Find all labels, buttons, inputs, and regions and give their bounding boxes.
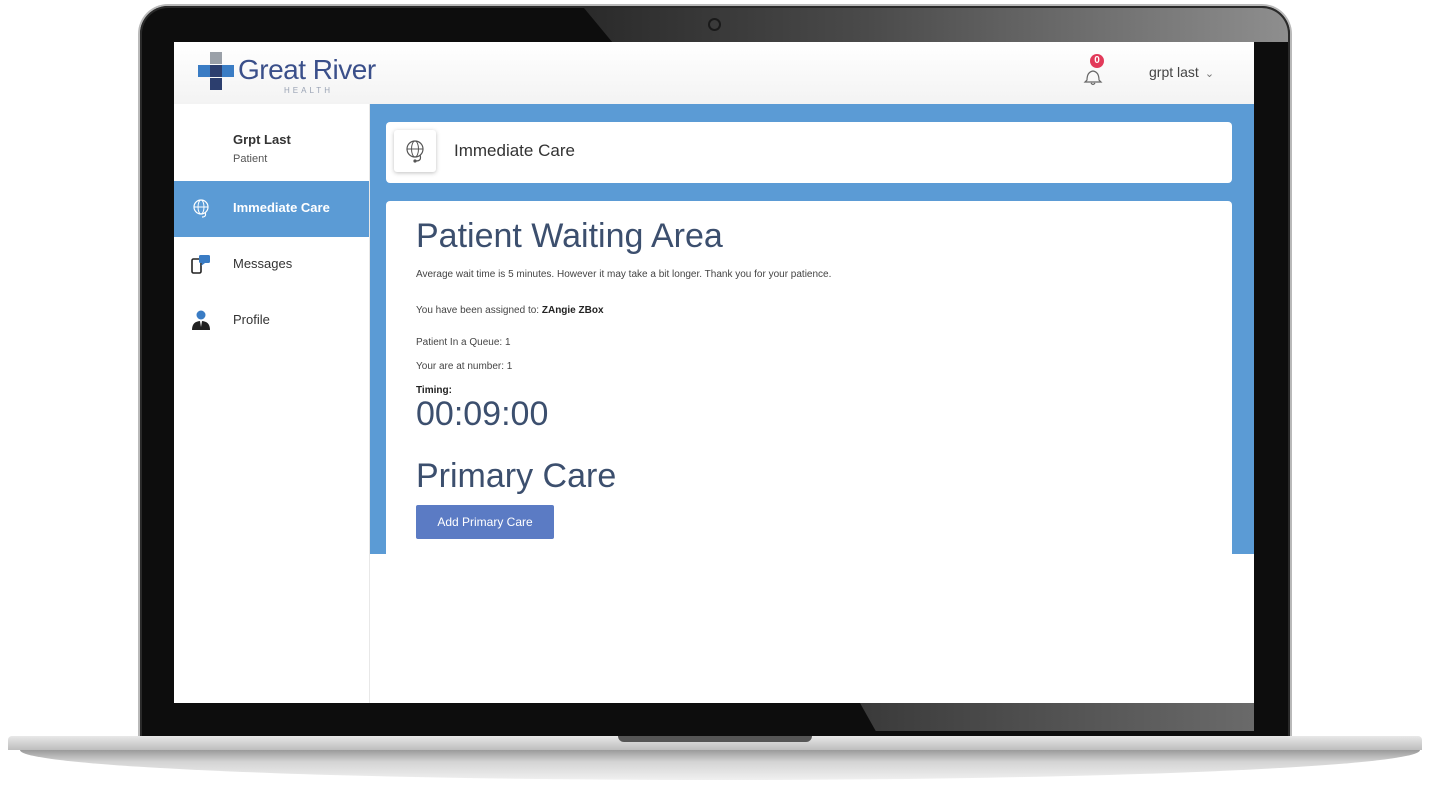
camera-dot	[710, 20, 719, 29]
notification-badge: 0	[1090, 54, 1104, 68]
logo-subtitle: HEALTH	[284, 86, 333, 95]
add-primary-care-button[interactable]: Add Primary Care	[416, 505, 554, 539]
section-icon-box	[394, 130, 436, 172]
user-menu-label: grpt last	[1149, 64, 1199, 80]
queue-count-text: Patient In a Queue: 1	[416, 337, 511, 348]
main-content: Immediate Care Patient Waiting Area Aver…	[370, 104, 1254, 571]
brand-logo[interactable]: Great River HEALTH	[198, 50, 388, 95]
waiting-area-card: Patient Waiting Area Average wait time i…	[386, 201, 1232, 571]
sidebar-user-name: Grpt Last	[233, 132, 291, 147]
person-icon	[192, 310, 210, 330]
primary-care-title: Primary Care	[416, 457, 617, 495]
assigned-prefix: You have been assigned to:	[416, 305, 542, 316]
sidebar-item-messages[interactable]: Messages	[174, 237, 369, 293]
assigned-doctor-text: You have been assigned to: ZAngie ZBox	[416, 305, 604, 316]
sidebar-item-profile[interactable]: Profile	[174, 293, 369, 349]
section-header-card: Immediate Care	[386, 122, 1232, 183]
wait-timer: 00:09:00	[416, 395, 549, 433]
wait-time-message: Average wait time is 5 minutes. However …	[416, 269, 832, 280]
laptop-base-bottom	[20, 750, 1420, 780]
screen-glare-bottom	[860, 703, 1254, 731]
sidebar-item-label: Profile	[233, 312, 270, 327]
sidebar-item-label: Immediate Care	[233, 200, 330, 215]
logo-text: Great River	[238, 54, 376, 85]
bell-icon	[1083, 70, 1103, 86]
stethoscope-globe-icon	[193, 199, 209, 218]
assigned-doctor-name: ZAngie ZBox	[541, 305, 604, 316]
sidebar-user-role: Patient	[233, 153, 268, 165]
sidebar: Grpt Last Patient Immediate Care Message…	[174, 104, 370, 703]
stethoscope-globe-icon	[406, 140, 424, 163]
screen-glare	[584, 8, 1288, 42]
section-title: Immediate Care	[454, 141, 575, 160]
user-menu[interactable]: grpt last ⌄	[1149, 64, 1214, 80]
app-screen: Great River HEALTH 0 grpt last ⌄ Grpt Las…	[174, 42, 1254, 703]
laptop-notch	[618, 736, 812, 742]
top-bar: Great River HEALTH 0 grpt last ⌄	[174, 42, 1254, 105]
notifications-button[interactable]: 0	[1082, 54, 1104, 86]
chevron-down-icon: ⌄	[1204, 68, 1215, 80]
sidebar-item-immediate-care[interactable]: Immediate Care	[174, 181, 369, 237]
queue-position-text: Your are at number: 1	[416, 361, 513, 372]
waiting-area-title: Patient Waiting Area	[416, 217, 723, 255]
cross-logo-icon	[198, 52, 234, 90]
sidebar-item-label: Messages	[233, 256, 293, 271]
phone-chat-icon	[191, 255, 210, 274]
